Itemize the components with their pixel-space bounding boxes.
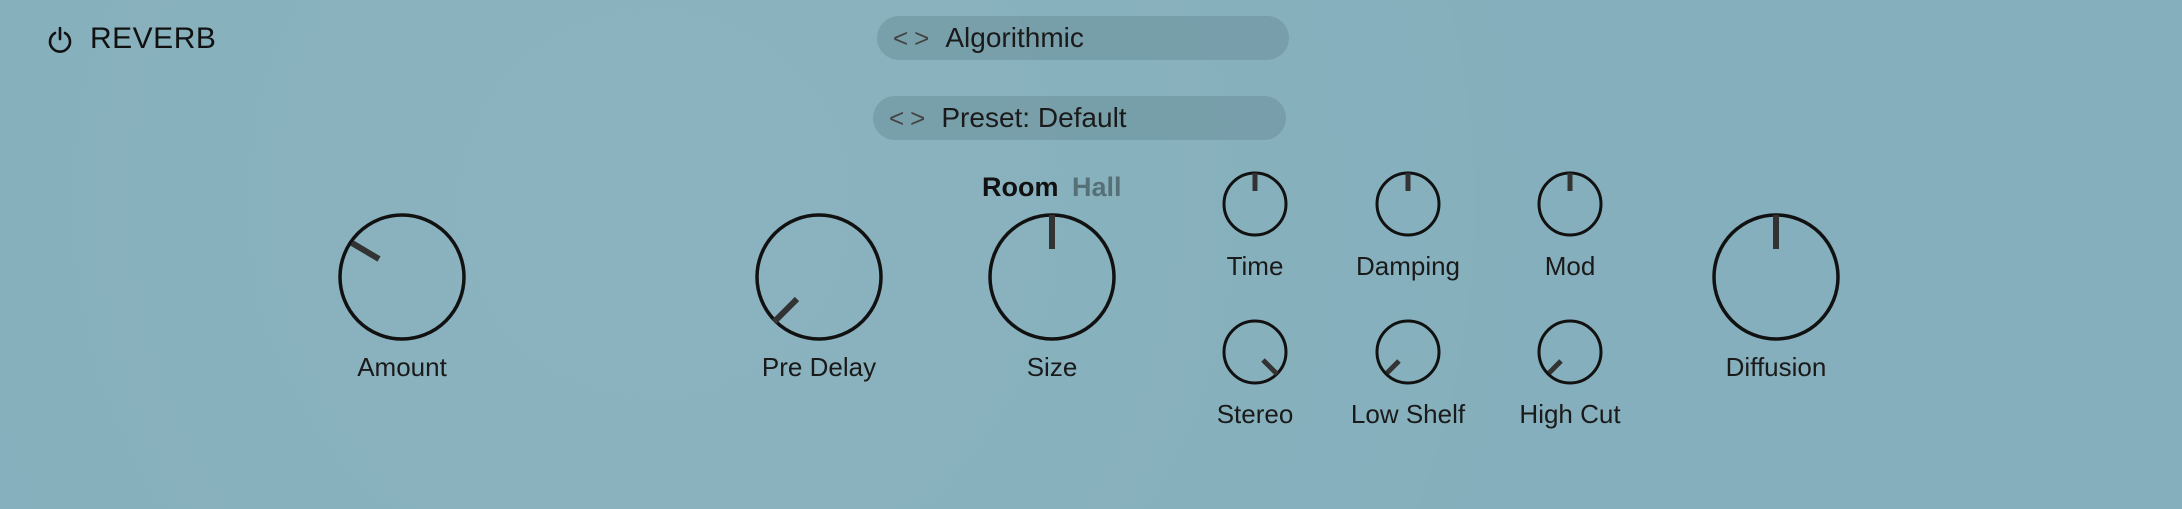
size-label: Size [1026,352,1078,382]
pre-delay-label: Pre Delay [761,352,877,382]
prev-next-arrows-icon[interactable]: <> [889,103,931,134]
preset-selector[interactable]: <> Preset: Default [873,96,1286,140]
preset-label: Preset: Default [941,102,1127,133]
mode-option-room[interactable]: Room [982,172,1059,203]
module-title: REVERB [90,22,217,55]
reverb-panel: REVERB <> Algorithmic <> Preset: Default… [0,0,2182,509]
pre-delay-knob[interactable] [754,212,884,342]
amount-label: Amount [357,352,447,382]
diffusion-knob[interactable] [1711,212,1841,342]
high-cut-knob[interactable] [1537,319,1603,385]
low-shelf-knob[interactable] [1375,319,1441,385]
size-knob[interactable] [987,212,1117,342]
power-icon[interactable] [46,26,74,54]
high-cut-label: High Cut [1519,399,1621,429]
time-knob[interactable] [1222,171,1288,237]
algorithm-selector[interactable]: <> Algorithmic [877,16,1289,60]
mod-knob[interactable] [1537,171,1603,237]
stereo-knob[interactable] [1222,319,1288,385]
prev-next-arrows-icon[interactable]: <> [893,23,935,54]
diffusion-label: Diffusion [1725,352,1827,382]
mode-option-hall[interactable]: Hall [1072,172,1122,203]
amount-knob[interactable] [337,212,467,342]
mod-label: Mod [1544,251,1596,281]
algorithm-label: Algorithmic [945,22,1084,53]
damping-knob[interactable] [1375,171,1441,237]
